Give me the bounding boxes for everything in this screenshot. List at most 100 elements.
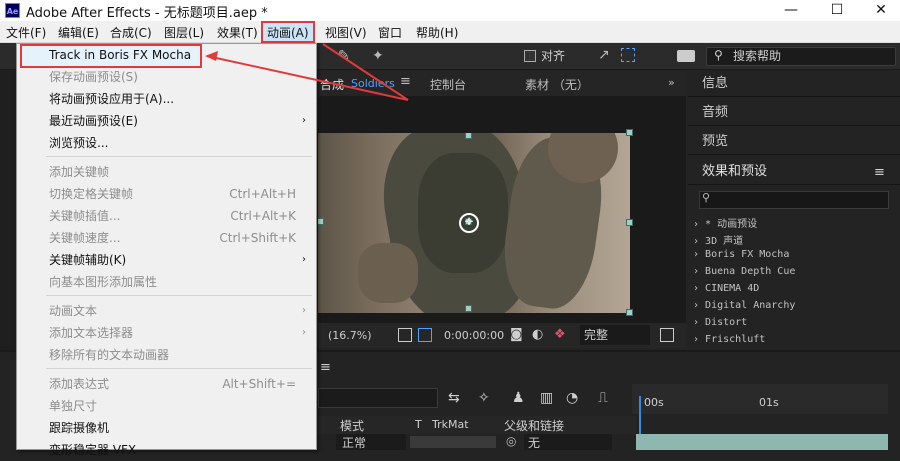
menu-file[interactable]: 文件(F) [4, 23, 48, 42]
mode-select[interactable]: 正常 [336, 434, 406, 450]
menu-composition[interactable]: 合成(C) [108, 23, 154, 42]
menu-layer[interactable]: 图层(L) [162, 23, 206, 42]
menu-item[interactable]: 向基本图形添加属性 [17, 271, 316, 293]
brush-tool-icon[interactable]: ✎ [338, 48, 356, 64]
composition-panel-header: 合成 Soldiers ≡ 控制台 素材 （无） » [320, 71, 686, 97]
transparency-grid-icon[interactable] [418, 328, 432, 342]
corner-handle[interactable] [626, 129, 633, 136]
submenu-arrow-icon: › [302, 115, 306, 126]
effects-search-input[interactable] [699, 191, 889, 209]
menu-item-label: 跟踪摄像机 [49, 421, 110, 435]
effect-category[interactable]: › Frischluft [693, 334, 765, 345]
tab-composition[interactable]: 合成 [320, 76, 344, 93]
menu-item[interactable]: Track in Boris FX Mocha [17, 44, 316, 66]
snap-label: 对齐 [541, 49, 566, 63]
graph-editor-icon[interactable]: ⎍ [598, 390, 608, 406]
menu-view[interactable]: 视图(V) [323, 23, 369, 42]
timeline-menu-icon[interactable]: ≡ [320, 360, 331, 375]
menu-item[interactable]: 切换定格关键帧 Ctrl+Alt+H [17, 183, 316, 205]
close-button[interactable]: ✕ [858, 0, 900, 21]
maximize-button[interactable]: ☐ [814, 0, 860, 21]
camera-icon[interactable]: ◙ [510, 327, 523, 342]
minimize-button[interactable]: — [768, 0, 814, 21]
effect-category[interactable]: › * 动画预设 [693, 215, 757, 230]
time-ruler[interactable]: 00s 01s [632, 384, 888, 414]
snap-arrow-icon[interactable]: ↗ [598, 47, 610, 63]
anchor-point-icon[interactable]: ✛ [459, 213, 479, 233]
menu-item-label: 动画文本 [49, 304, 98, 318]
menu-edit[interactable]: 编辑(E) [56, 23, 101, 42]
resolution-select[interactable]: 完整 [580, 325, 650, 345]
pin-tool-icon[interactable]: ✦ [372, 48, 390, 64]
col-parent[interactable]: 父级和链接 [504, 417, 564, 434]
motion-blur-icon[interactable]: ◔ [566, 390, 578, 406]
shy-layers-icon[interactable]: ♟ [512, 390, 525, 406]
timecode-display[interactable]: 0:00:00:00 [444, 329, 504, 342]
tab-footage[interactable]: 素材 （无） [525, 76, 589, 93]
effects-menu-icon[interactable]: ≡ [874, 165, 885, 180]
comp-name[interactable]: Soldiers [351, 77, 395, 90]
layer-duration-bar[interactable] [636, 434, 888, 450]
effect-category[interactable]: › CINEMA 4D [693, 283, 759, 294]
panel-effects-presets[interactable]: 效果和预设 [688, 159, 900, 185]
panel-overflow-icon[interactable]: » [668, 76, 675, 89]
menu-item[interactable]: 关键帧辅助(K) › [17, 249, 316, 271]
menu-item[interactable]: 将动画预设应用于(A)... [17, 88, 316, 110]
menu-item-label: 向基本图形添加属性 [49, 275, 158, 289]
zoom-select[interactable]: (16.7%) [328, 329, 372, 342]
snap-grid-icon[interactable] [621, 48, 635, 62]
show-snapshot-icon[interactable]: ◐ [532, 327, 543, 342]
parent-select[interactable]: 无 [524, 434, 612, 450]
timeline-search-input[interactable] [318, 388, 438, 408]
effect-category[interactable]: › Digital Anarchy [693, 300, 795, 311]
panel-info[interactable]: 信息 [688, 71, 900, 97]
menu-item[interactable]: 最近动画预设(E) › [17, 110, 316, 132]
col-mode[interactable]: 模式 [340, 417, 364, 434]
effect-category[interactable]: › Boris FX Mocha [693, 249, 789, 260]
menu-item[interactable]: 添加文本选择器 › [17, 322, 316, 344]
draft-3d-icon[interactable]: ✧ [478, 390, 490, 406]
panel-preview[interactable]: 预览 [688, 129, 900, 155]
panel-menu-icon[interactable]: ≡ [400, 74, 411, 89]
tab-console[interactable]: 控制台 [430, 76, 466, 93]
panel-audio[interactable]: 音频 [688, 100, 900, 126]
menu-item[interactable]: 浏览预设... [17, 132, 316, 154]
menu-item[interactable]: 移除所有的文本动画器 [17, 344, 316, 366]
menu-window[interactable]: 窗口 [376, 23, 404, 42]
comp-mini-flowchart-icon[interactable]: ⇆ [448, 390, 460, 406]
col-t[interactable]: T [415, 418, 422, 431]
menu-item[interactable]: 关键帧速度... Ctrl+Shift+K [17, 227, 316, 249]
menu-help[interactable]: 帮助(H) [414, 23, 460, 42]
menu-item-label: 保存动画预设(S) [49, 70, 138, 84]
menu-item-shortcut: Ctrl+Shift+K [219, 231, 296, 245]
submenu-arrow-icon: › [302, 305, 306, 316]
menu-item[interactable]: 添加关键帧 [17, 161, 316, 183]
menu-item[interactable]: 单独尺寸 [17, 395, 316, 417]
workspace-icon[interactable] [677, 50, 695, 62]
menu-item[interactable]: 关键帧插值... Ctrl+Alt+K [17, 205, 316, 227]
side-handle[interactable] [626, 219, 633, 226]
menu-animation[interactable]: 动画(A) [261, 21, 315, 43]
menu-item[interactable]: 添加表达式 Alt+Shift+= [17, 373, 316, 395]
pick-whip-icon[interactable]: ◎ [506, 434, 518, 448]
snap-checkbox[interactable] [524, 50, 536, 62]
menu-item[interactable]: 保存动画预设(S) [17, 66, 316, 88]
menu-effect[interactable]: 效果(T) [215, 23, 260, 42]
help-search-input[interactable]: 搜索帮助 [706, 47, 896, 66]
menu-item[interactable]: 跟踪摄像机 [17, 417, 316, 439]
col-trkmat[interactable]: TrkMat [432, 418, 469, 431]
color-channel-icon[interactable]: ❖ [554, 327, 566, 342]
menu-item[interactable]: 动画文本 › [17, 300, 316, 322]
effect-category[interactable]: › 3D 声道 [693, 232, 743, 247]
menu-item[interactable]: 变形稳定器 VFX [17, 439, 316, 461]
region-icon[interactable] [398, 328, 412, 342]
menu-item-label: 关键帧辅助(K) [49, 253, 127, 267]
frame-blending-icon[interactable]: ▥ [540, 390, 553, 406]
submenu-arrow-icon: › [302, 327, 306, 338]
fast-preview-icon[interactable] [660, 328, 674, 342]
effect-category[interactable]: › Buena Depth Cue [693, 266, 795, 277]
menu-item-label: 单独尺寸 [49, 399, 98, 413]
effect-category[interactable]: › Distort [693, 317, 747, 328]
corner-handle-bottom[interactable] [626, 309, 633, 316]
trkmat-select[interactable] [410, 436, 496, 448]
